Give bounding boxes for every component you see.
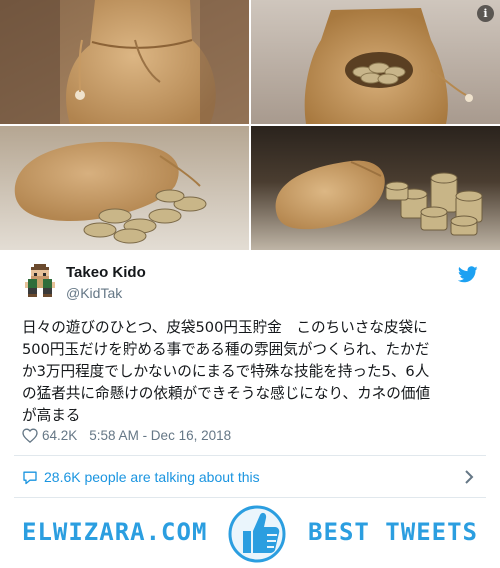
like-count[interactable]: 64.2K [42, 428, 77, 443]
tweet-meta: 64.2K 5:58 AM - Dec 16, 2018 [22, 428, 231, 444]
banner-site-name[interactable]: ELWIZARA.COM [22, 518, 207, 546]
photo-pouch-open[interactable]: i [251, 0, 500, 124]
banner-tagline: BEST TWEETS [308, 518, 478, 546]
photo-pouch-closed[interactable] [0, 0, 249, 124]
info-icon[interactable]: i [477, 5, 494, 22]
conversation-link[interactable]: 28.6K people are talking about this [22, 467, 478, 487]
talking-label[interactable]: 28.6K people are talking about this [44, 469, 260, 485]
photo-pouch-coin-stacks[interactable] [251, 126, 500, 250]
display-name[interactable]: Takeo Kido [66, 264, 146, 282]
chevron-right-icon[interactable] [464, 469, 474, 485]
photo-pouch-spilling-coins[interactable] [0, 126, 249, 250]
tweet-text: 日々の遊びのひとつ、皮袋500円玉貯金 このちいさな皮袋に 500円玉だけを貯め… [22, 319, 431, 424]
heart-icon[interactable] [22, 428, 38, 444]
tweet-timestamp[interactable]: 5:58 AM - Dec 16, 2018 [89, 428, 231, 443]
speech-bubble-icon [22, 470, 38, 485]
tweet-media-grid: i [0, 0, 500, 250]
best-tweets-banner: ELWIZARA.COM BEST TWEETS [0, 498, 500, 568]
thumbs-up-icon [227, 501, 287, 565]
user-handle[interactable]: @KidTak [66, 284, 146, 302]
tweet-author[interactable]: Takeo Kido @KidTak [66, 264, 146, 302]
avatar[interactable] [22, 264, 58, 300]
divider [14, 455, 486, 456]
twitter-bird-icon[interactable] [457, 266, 478, 283]
